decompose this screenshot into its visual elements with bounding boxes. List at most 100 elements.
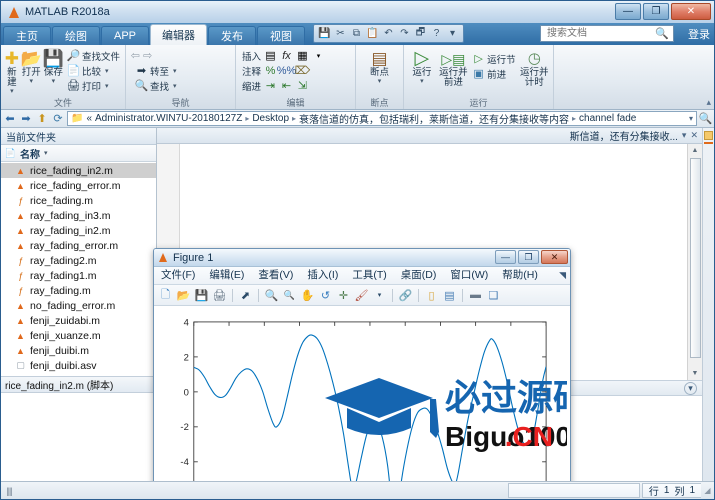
scroll-up-icon[interactable]: ▲ <box>689 144 702 157</box>
indent-row[interactable]: 缩进 ⇥ ⇤ ⇲ <box>242 78 326 93</box>
list-item[interactable]: ▲ no_fading_error.m <box>1 298 156 313</box>
close-icon[interactable]: ✕ <box>690 130 698 141</box>
insert-function-icon[interactable]: fx <box>279 49 294 63</box>
print-figure-icon[interactable]: 🖨 <box>211 287 228 303</box>
refresh-icon[interactable]: ⟳ <box>51 112 65 126</box>
list-item[interactable]: ▲ ray_fading_error.m <box>1 238 156 253</box>
list-item[interactable]: ▲ rice_fading_error.m <box>1 178 156 193</box>
up-folder-icon[interactable]: ⬆ <box>35 112 49 126</box>
figure-window[interactable]: Figure 1 — ❐ ✕ 文件(F) 编辑(E) 查看(V) 插入(I) 工… <box>153 248 571 481</box>
menu-overflow-icon[interactable]: ◥ <box>559 270 566 281</box>
chevron-down-icon[interactable]: ▾ <box>311 49 326 63</box>
back-icon[interactable]: ⬅ <box>3 112 17 126</box>
help-icon[interactable]: ? <box>429 26 444 41</box>
chevron-down-icon[interactable]: ▾ <box>689 114 693 123</box>
smart-indent-icon[interactable]: ⇥ <box>263 79 278 93</box>
menu-help[interactable]: 帮助(H) <box>495 267 545 284</box>
figure-close-button[interactable]: ✕ <box>541 250 568 264</box>
menu-desktop[interactable]: 桌面(D) <box>394 267 444 284</box>
list-item[interactable]: ▲ fenji_zuidabi.m <box>1 313 156 328</box>
indent-right-icon[interactable]: ⇤ <box>279 79 294 93</box>
undo-icon[interactable]: ↶ <box>381 26 396 41</box>
sign-in-button[interactable]: 登录 <box>688 26 710 42</box>
split-dropdown-icon[interactable]: ▾ <box>684 381 697 395</box>
run-section-button[interactable]: ▷ 运行节 <box>470 51 518 66</box>
minimize-button[interactable]: — <box>615 3 641 20</box>
forward-icon[interactable]: ➡ <box>19 112 33 126</box>
editor-document-tab[interactable]: 斯信道，还有分集接收... <box>570 128 678 143</box>
list-item[interactable]: ƒ ray_fading2.m <box>1 253 156 268</box>
menu-window[interactable]: 窗口(W) <box>443 267 495 284</box>
scrollbar-thumb[interactable] <box>689 158 701 358</box>
menu-insert[interactable]: 插入(I) <box>300 267 345 284</box>
find-files-button[interactable]: 🔎 查找文件 <box>65 48 122 63</box>
menu-edit[interactable]: 编辑(E) <box>202 267 251 284</box>
run-and-advance-button[interactable]: ▷▤ 运行并 前进 <box>438 47 469 88</box>
find-button[interactable]: 🔍 查找 ▾ <box>133 78 179 93</box>
zoom-out-icon[interactable]: 🔍 <box>281 287 298 303</box>
open-file-icon[interactable]: 📂 <box>175 287 192 303</box>
tab-view[interactable]: 视图 <box>257 26 305 45</box>
run-and-time-button[interactable]: ◷ 运行并 计时 <box>519 47 550 88</box>
list-item[interactable]: ▲ fenji_xuanze.m <box>1 328 156 343</box>
tab-publish[interactable]: 发布 <box>208 26 256 45</box>
compare-button[interactable]: 📄 比较 ▾ <box>65 63 122 78</box>
search-input[interactable] <box>545 27 656 40</box>
pointer-icon[interactable]: ⬈ <box>237 287 254 303</box>
breadcrumb-item-1[interactable]: Desktop <box>252 113 289 124</box>
insert-table-icon[interactable]: ▦ <box>295 49 310 63</box>
redo-icon[interactable]: ↷ <box>397 26 412 41</box>
wrap-comment-icon[interactable]: ⌦ <box>295 64 311 78</box>
zoom-in-icon[interactable]: 🔍 <box>263 287 280 303</box>
documentation-search-box[interactable]: 🔍 <box>540 25 674 42</box>
chevron-down-icon[interactable]: ▾ <box>445 26 460 41</box>
chevron-down-icon[interactable]: ▾ <box>682 130 687 141</box>
new-button[interactable]: ✚ 新建 ▾ <box>4 47 20 95</box>
list-item[interactable]: ƒ ray_fading.m <box>1 283 156 298</box>
link-plot-icon[interactable]: 🔗 <box>397 287 414 303</box>
open-button[interactable]: 📂 打开 ▾ <box>21 47 42 85</box>
file-list-column-header[interactable]: 📄 名称 ▾ <box>1 145 156 162</box>
editor-vertical-scrollbar[interactable]: ▲ ▼ <box>687 144 702 380</box>
tab-home[interactable]: 主页 <box>3 26 51 45</box>
breadcrumb-item-3[interactable]: channel fade <box>579 113 636 124</box>
cut-icon[interactable]: ✂ <box>333 26 348 41</box>
comment-row[interactable]: 注释 % %% ⌦ <box>242 63 326 78</box>
brush-dropdown-icon[interactable]: ▾ <box>371 287 388 303</box>
switch-window-icon[interactable]: 🗗 <box>413 26 428 41</box>
menu-tools[interactable]: 工具(T) <box>345 267 393 284</box>
paste-icon[interactable]: 📋 <box>365 26 380 41</box>
insert-block-icon[interactable]: ▤ <box>263 49 278 63</box>
list-item[interactable]: ▲ ray_fading_in3.m <box>1 208 156 223</box>
show-plot-tools-icon[interactable]: ❑ <box>485 287 502 303</box>
save-icon[interactable]: 💾 <box>317 26 332 41</box>
data-cursor-icon[interactable]: ✛ <box>335 287 352 303</box>
pan-icon[interactable]: ✋ <box>299 287 316 303</box>
breadcrumb-item-0[interactable]: Administrator.WIN7U-20180127Z <box>95 113 242 124</box>
goto-button[interactable]: ➡ 转至 ▾ <box>133 63 179 78</box>
colorbar-icon[interactable]: ▯ <box>423 287 440 303</box>
print-button[interactable]: 🖨 打印 ▾ <box>65 78 122 93</box>
sort-arrow-icon[interactable]: ▾ <box>44 149 48 157</box>
list-item[interactable]: ▲ ray_fading_in2.m <box>1 223 156 238</box>
brush-icon[interactable]: 🖌 <box>353 287 370 303</box>
tab-editor[interactable]: 编辑器 <box>150 24 207 45</box>
indent-left-icon[interactable]: ⇲ <box>295 79 310 93</box>
list-item[interactable]: ƒ rice_fading.m <box>1 193 156 208</box>
legend-icon[interactable]: ▤ <box>441 287 458 303</box>
nav-back-forward-buttons[interactable]: ⇦ ⇨ <box>131 48 179 63</box>
tab-apps[interactable]: APP <box>101 26 149 45</box>
save-button[interactable]: 💾 保存 ▾ <box>43 47 64 85</box>
maximize-button[interactable]: ❐ <box>643 3 669 20</box>
menu-file[interactable]: 文件(F) <box>154 267 202 284</box>
new-figure-icon[interactable]: 🗋 <box>157 287 174 303</box>
list-item[interactable]: ▲ rice_fading_in2.m <box>1 163 156 178</box>
figure-canvas[interactable]: 01002003004005006007008009001000-10-8-6-… <box>154 306 570 481</box>
save-figure-icon[interactable]: 💾 <box>193 287 210 303</box>
close-button[interactable]: ✕ <box>671 3 711 20</box>
line-chart[interactable]: 01002003004005006007008009001000-10-8-6-… <box>154 306 570 481</box>
breakpoints-button[interactable]: ▤ 断点 ▾ <box>363 47 397 85</box>
figure-minimize-button[interactable]: — <box>495 250 516 264</box>
copy-icon[interactable]: ⧉ <box>349 26 364 41</box>
file-list[interactable]: ▲ rice_fading_in2.m ▲ rice_fading_error.m … <box>1 162 156 376</box>
